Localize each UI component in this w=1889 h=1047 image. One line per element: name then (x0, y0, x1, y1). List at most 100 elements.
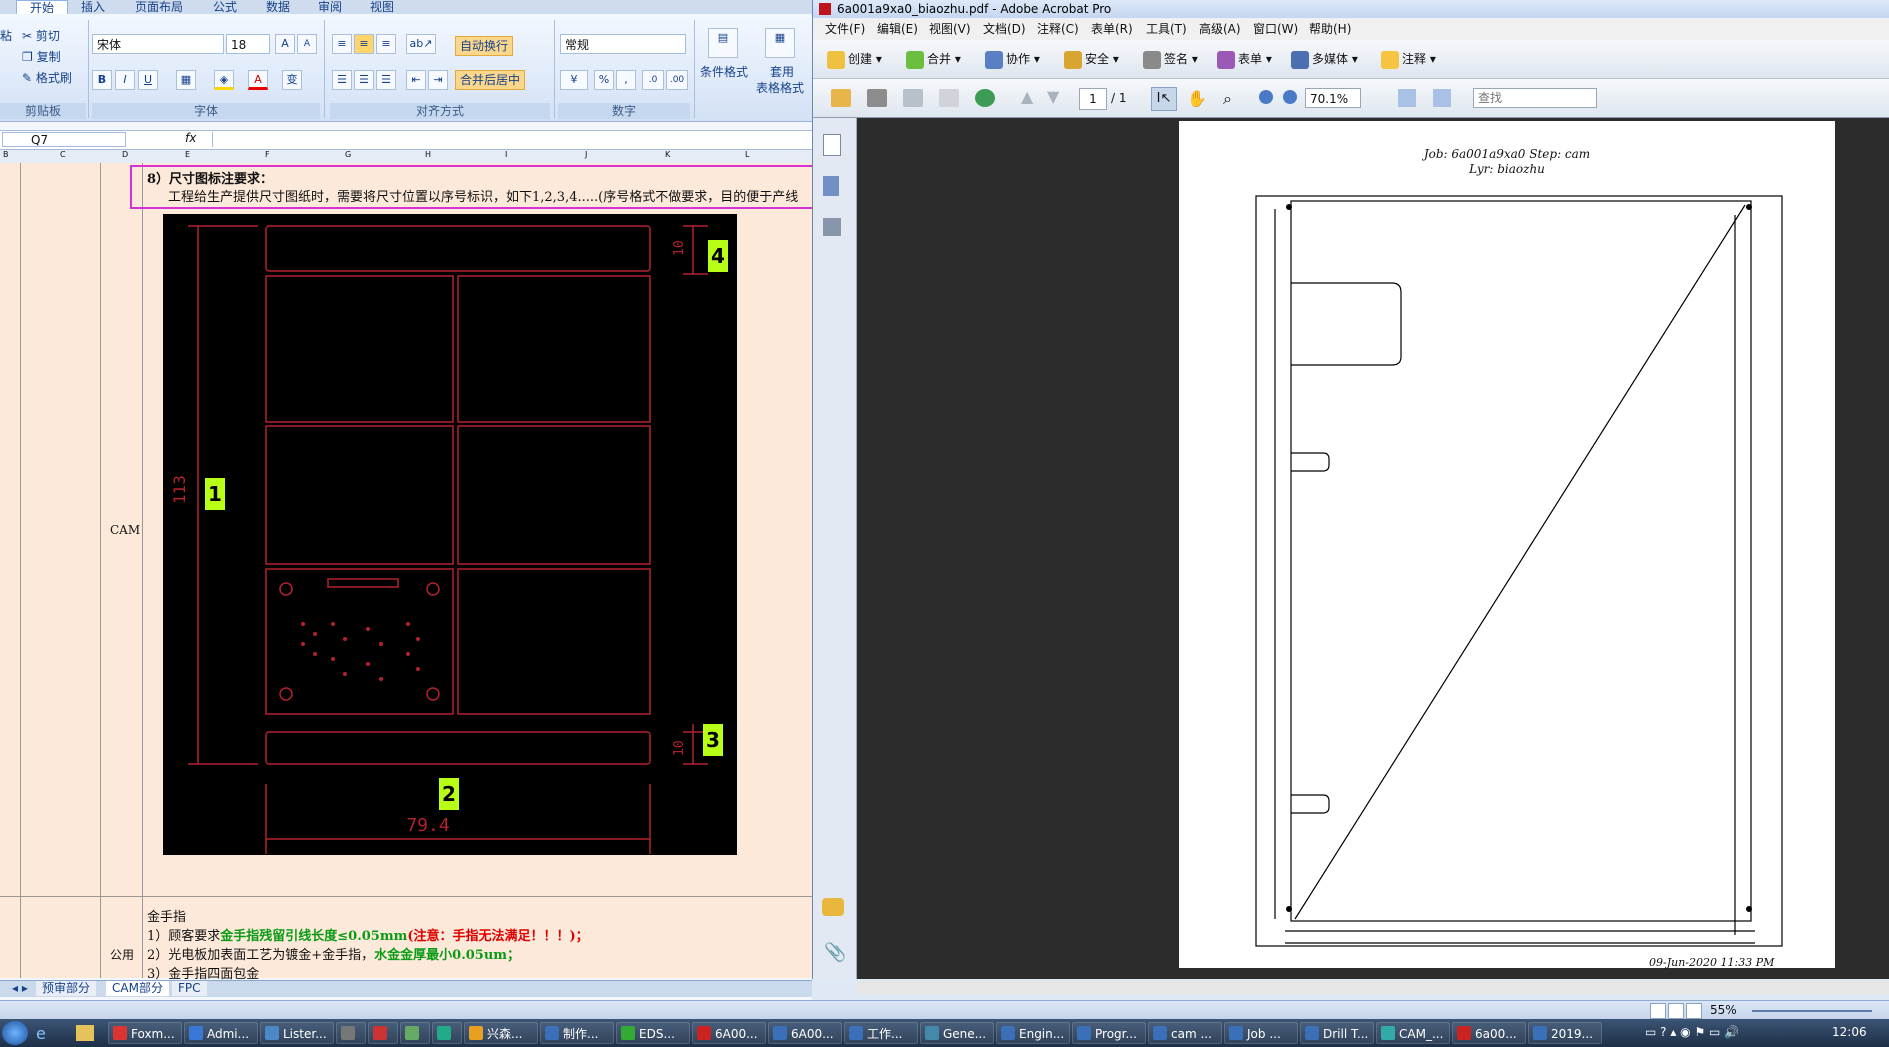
menu-window[interactable]: 窗口(W) (1253, 18, 1298, 40)
tab-review[interactable]: 审阅 (310, 0, 350, 14)
border-icon[interactable]: ▦ (176, 70, 196, 90)
taskbar-task[interactable] (400, 1022, 430, 1044)
taskbar-task[interactable]: Engin... (996, 1022, 1070, 1044)
align-left-icon[interactable]: ☰ (332, 70, 352, 90)
taskbar-task[interactable]: CAM_... (1376, 1022, 1450, 1044)
col-header[interactable]: C (60, 150, 66, 159)
tab-formulas[interactable]: 公式 (205, 0, 245, 14)
fit-width-icon[interactable] (1433, 89, 1451, 107)
start-button[interactable] (2, 1021, 28, 1045)
orientation-icon[interactable]: ab↗ (406, 34, 436, 54)
menu-view[interactable]: 视图(V) (929, 18, 971, 40)
tab-view[interactable]: 视图 (362, 0, 402, 14)
taskbar-task[interactable]: 制作... (540, 1022, 614, 1044)
comment-button[interactable]: 注释 ▾ (1381, 49, 1436, 69)
align-bottom-icon[interactable]: ≡ (376, 34, 396, 54)
taskbar-task[interactable]: Gene... (920, 1022, 994, 1044)
conditional-format-button[interactable]: 条件格式 (700, 62, 748, 82)
taskbar-task[interactable] (336, 1022, 366, 1044)
multimedia-button[interactable]: 多媒体 ▾ (1291, 49, 1358, 69)
bookmarks-panel-icon[interactable] (823, 176, 839, 196)
zoom-tool-icon[interactable]: ⌕ (1223, 89, 1232, 109)
align-center-icon[interactable]: ☰ (354, 70, 374, 90)
taskbar-task[interactable]: Drill T... (1300, 1022, 1374, 1044)
font-size-select[interactable]: 18 (226, 34, 270, 54)
taskbar-task[interactable]: Foxm... (108, 1022, 182, 1044)
tab-insert[interactable]: 插入 (70, 0, 116, 14)
currency-icon[interactable]: ¥ (560, 70, 588, 90)
col-header[interactable]: K (665, 150, 670, 159)
tab-home[interactable]: 开始 (16, 0, 68, 15)
select-tool-icon[interactable]: I↖ (1151, 87, 1177, 111)
fit-page-icon[interactable] (1398, 89, 1416, 107)
align-middle-icon[interactable]: ≡ (354, 34, 374, 54)
col-header[interactable]: J (585, 150, 587, 159)
prev-page-icon[interactable]: ▲ (1021, 87, 1033, 106)
menu-document[interactable]: 文档(D) (983, 18, 1026, 40)
taskbar-task[interactable]: 兴森... (464, 1022, 538, 1044)
col-header[interactable]: I (505, 150, 507, 159)
bold-button[interactable]: B (92, 70, 112, 90)
col-header[interactable]: F (265, 150, 270, 159)
grow-font-button[interactable]: A (275, 34, 295, 54)
taskbar-task[interactable]: cam ... (1148, 1022, 1222, 1044)
sheet-tab-prereview[interactable]: 预审部分 (36, 981, 97, 996)
zoom-in-icon[interactable] (1283, 90, 1297, 104)
menu-file[interactable]: 文件(F) (825, 18, 865, 40)
taskbar-task[interactable]: 6A00... (692, 1022, 766, 1044)
comma-button[interactable]: , (616, 70, 636, 90)
conditional-format-icon[interactable]: ▤ (708, 28, 738, 58)
col-header[interactable]: D (122, 150, 128, 159)
horizontal-scrollbar[interactable] (857, 981, 1889, 994)
zoom-percent[interactable]: 55% (1710, 1003, 1737, 1017)
format-painter-button[interactable]: ✎ 格式刷 (22, 68, 72, 88)
align-top-icon[interactable]: ≡ (332, 34, 352, 54)
normal-view-icon[interactable] (1650, 1003, 1666, 1019)
print-icon[interactable] (867, 89, 887, 107)
percent-button[interactable]: % (594, 70, 614, 90)
secure-button[interactable]: 安全 ▾ (1064, 49, 1119, 69)
taskbar-task[interactable]: 2019... (1528, 1022, 1602, 1044)
open-folder-icon[interactable] (831, 89, 851, 107)
taskbar-task[interactable]: Admi... (184, 1022, 258, 1044)
taskbar-task[interactable]: 6a00... (1452, 1022, 1526, 1044)
taskbar-task[interactable]: 工作... (844, 1022, 918, 1044)
shrink-font-button[interactable]: A (297, 34, 317, 54)
pages-panel-icon[interactable] (823, 134, 841, 156)
taskbar-task[interactable] (432, 1022, 462, 1044)
find-input[interactable] (1473, 88, 1597, 108)
explorer-icon[interactable] (76, 1025, 94, 1041)
signatures-panel-icon[interactable] (823, 218, 841, 236)
indent-decrease-icon[interactable]: ⇤ (406, 70, 426, 90)
font-color-button[interactable]: A (248, 70, 268, 90)
menu-tools[interactable]: 工具(T) (1146, 18, 1187, 40)
col-header[interactable]: L (745, 150, 749, 159)
menu-advanced[interactable]: 高级(A) (1199, 18, 1241, 40)
taskbar-task[interactable]: Job ... (1224, 1022, 1298, 1044)
indent-increase-icon[interactable]: ⇥ (428, 70, 448, 90)
combine-button[interactable]: 合并 ▾ (906, 49, 961, 69)
fx-icon[interactable]: fx (185, 131, 209, 145)
col-header[interactable]: E (185, 150, 190, 159)
zoom-slider[interactable] (1752, 1010, 1872, 1012)
clock[interactable]: 12:06 (1832, 1025, 1867, 1039)
menu-edit[interactable]: 编辑(E) (877, 18, 918, 40)
col-header[interactable]: B (3, 150, 9, 159)
share-icon[interactable] (975, 89, 995, 107)
email-icon[interactable] (939, 89, 959, 107)
col-header[interactable]: H (425, 150, 431, 159)
table-format-icon[interactable]: ▦ (765, 28, 795, 58)
formula-input[interactable] (212, 132, 811, 147)
number-format-select[interactable]: 常规 (560, 34, 686, 54)
page-layout-view-icon[interactable] (1668, 1003, 1684, 1019)
save-icon[interactable] (903, 89, 923, 107)
name-box[interactable]: Q7 (2, 132, 126, 147)
attachment-icon[interactable]: 📎 (824, 942, 846, 963)
zoom-level-select[interactable]: 70.1% (1305, 88, 1361, 108)
fill-color-icon[interactable]: ◈ (214, 70, 234, 90)
next-page-icon[interactable]: ▼ (1047, 87, 1059, 106)
hand-tool-icon[interactable]: ✋ (1187, 89, 1207, 108)
sheet-tab-cam[interactable]: CAM部分 (106, 981, 169, 996)
menu-comments[interactable]: 注释(C) (1037, 18, 1079, 40)
decrease-decimal-icon[interactable]: .00 (666, 70, 688, 90)
